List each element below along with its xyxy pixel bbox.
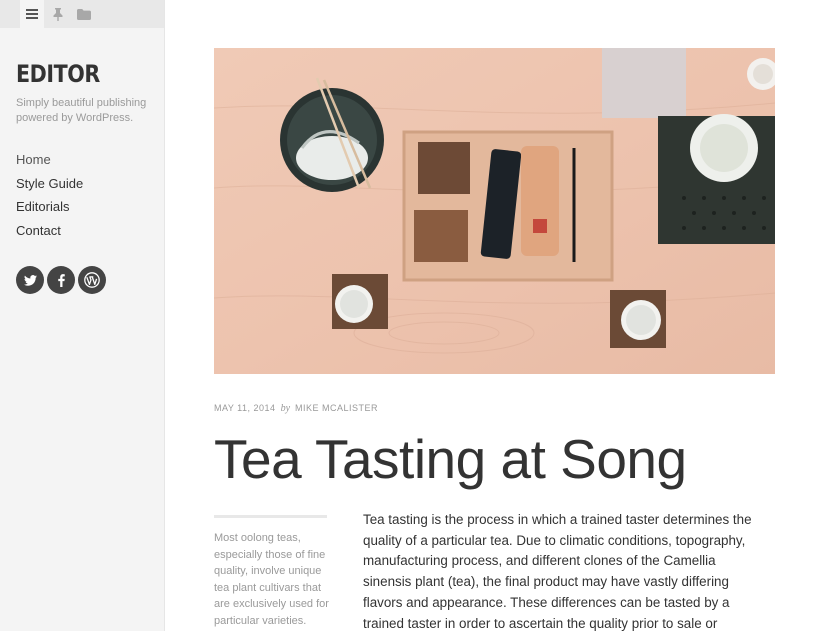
featured-image [214, 48, 775, 374]
site-tagline: Simply beautiful publishing powered by W… [16, 97, 147, 124]
excerpt-divider [214, 515, 327, 518]
pin-tab[interactable] [46, 0, 70, 28]
menu-icon [26, 9, 38, 19]
nav-item-home[interactable]: Home [16, 150, 83, 174]
facebook-icon [57, 273, 65, 287]
twitter-icon [23, 274, 37, 286]
folder-tab[interactable] [72, 0, 96, 28]
post-meta: MAY 11, 2014 by MIKE MCALISTER [214, 403, 378, 414]
wordpress-icon [84, 272, 100, 288]
wordpress-link[interactable] [78, 266, 106, 294]
sidebar: EDITOR Simply beautiful publishing power… [0, 0, 165, 631]
sidebar-tabs [0, 0, 164, 28]
post-body: Tea tasting is the process in which a tr… [363, 512, 752, 631]
folder-icon [77, 8, 91, 20]
facebook-link[interactable] [47, 266, 75, 294]
pin-icon [53, 7, 63, 21]
post-author[interactable]: MIKE MCALISTER [295, 403, 378, 413]
post-date[interactable]: MAY 11, 2014 [214, 403, 276, 413]
twitter-link[interactable] [16, 266, 44, 294]
nav-item-style-guide[interactable]: Style Guide [16, 174, 83, 198]
post-excerpt: Most oolong teas, especially those of fi… [214, 532, 329, 627]
post-title[interactable]: Tea Tasting at Song [214, 424, 687, 494]
menu-tab[interactable] [20, 0, 44, 28]
social-links [16, 266, 106, 294]
nav-item-contact[interactable]: Contact [16, 221, 83, 245]
byline-word: by [280, 403, 291, 414]
site-title[interactable]: EDITOR [16, 60, 100, 88]
nav-item-editorials[interactable]: Editorials [16, 197, 83, 221]
main-nav: Home Style Guide Editorials Contact [16, 150, 83, 245]
